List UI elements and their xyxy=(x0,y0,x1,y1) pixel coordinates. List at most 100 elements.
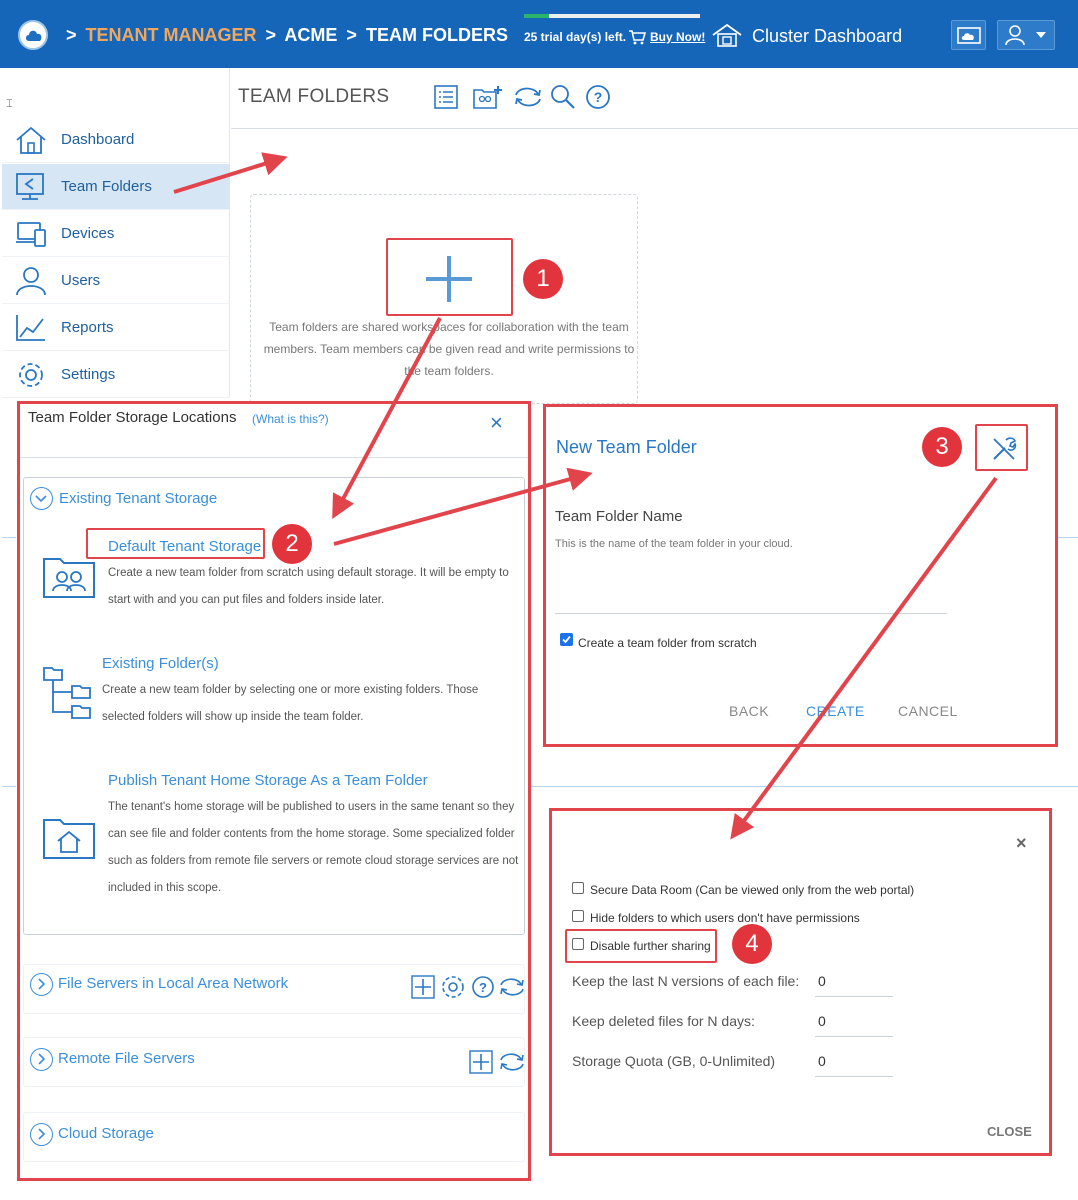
devices-icon xyxy=(16,222,46,247)
section-cloud-storage: Cloud Storage xyxy=(23,1112,525,1162)
cluster-house-icon xyxy=(712,23,742,47)
step-badge-2: 2 xyxy=(272,524,312,564)
breadcrumb-team-folders: TEAM FOLDERS xyxy=(365,25,508,45)
refresh-icon[interactable] xyxy=(498,1050,526,1074)
sidebar-item-devices[interactable]: Devices xyxy=(2,211,230,257)
chevron-right-circle-icon[interactable] xyxy=(30,1048,53,1071)
sidebar-collapse-toggle[interactable]: ⌶ xyxy=(6,98,13,111)
cloud-logo-icon xyxy=(26,30,42,41)
storage-quota-input[interactable]: 0 xyxy=(815,1053,893,1077)
step-badge-1: 1 xyxy=(523,259,563,299)
sidebar-item-users[interactable]: Users xyxy=(2,258,230,304)
breadcrumb-separator: > xyxy=(66,25,77,45)
breadcrumb-acme[interactable]: ACME xyxy=(284,25,337,45)
help-icon[interactable]: ? xyxy=(585,84,611,110)
background-divider xyxy=(531,786,1078,787)
sidebar-item-dashboard[interactable]: Dashboard xyxy=(2,117,230,163)
hide-folders-label: Hide folders to which users don't have p… xyxy=(590,911,860,925)
background-divider xyxy=(1058,537,1078,538)
cancel-button[interactable]: CANCEL xyxy=(898,703,958,719)
gear-icon[interactable] xyxy=(440,974,466,1000)
cloud-drive-icon xyxy=(957,27,981,44)
user-menu-button[interactable] xyxy=(997,20,1055,50)
hide-folders-checkbox[interactable] xyxy=(572,910,584,922)
breadcrumb: > TENANT MANAGER > ACME > TEAM FOLDERS xyxy=(62,25,508,46)
home-icon xyxy=(16,126,46,154)
storage-locations-dialog: Team Folder Storage Locations (What is t… xyxy=(17,401,531,1181)
storage-quota-label: Storage Quota (GB, 0-Unlimited) xyxy=(572,1053,776,1069)
dialog-divider xyxy=(20,457,528,458)
option-description: The tenant's home storage will be publis… xyxy=(108,801,519,894)
sidebar: ⌶ Dashboard Team Folders Devices Users R… xyxy=(2,68,230,398)
reports-icon xyxy=(16,315,45,341)
buy-now-link[interactable]: Buy Now! xyxy=(650,30,705,44)
users-icon xyxy=(16,267,46,296)
search-icon[interactable] xyxy=(549,84,577,110)
gear-icon xyxy=(19,363,43,387)
option-description: Create a new team folder from scratch us… xyxy=(108,567,509,606)
team-folder-name-hint: This is the name of the team folder in y… xyxy=(555,538,793,550)
back-button[interactable]: BACK xyxy=(729,703,769,719)
cluster-dashboard-link[interactable]: Cluster Dashboard xyxy=(752,26,902,47)
team-folder-name-input[interactable] xyxy=(555,613,947,614)
chevron-down-circle-icon[interactable] xyxy=(30,487,53,510)
close-icon[interactable]: × xyxy=(490,410,503,436)
trial-progress-fill xyxy=(524,14,549,18)
sidebar-item-reports[interactable]: Reports xyxy=(2,305,230,351)
annotation-highlight-tools xyxy=(975,424,1028,471)
annotation-highlight-default-storage xyxy=(86,528,265,559)
section-heading[interactable]: Existing Tenant Storage xyxy=(59,490,217,507)
cart-icon xyxy=(629,30,646,45)
section-heading[interactable]: Remote File Servers xyxy=(58,1050,195,1067)
sidebar-item-label: Team Folders xyxy=(61,178,152,195)
trial-progress-bar xyxy=(524,14,700,18)
home-folder-icon xyxy=(43,819,95,859)
deleted-days-input[interactable]: 0 xyxy=(815,1013,893,1037)
sidebar-item-label: Reports xyxy=(61,319,114,336)
what-is-this-link[interactable]: (What is this?) xyxy=(252,412,329,426)
dialog-title: New Team Folder xyxy=(556,437,697,457)
secure-data-room-label: Secure Data Room (Can be viewed only fro… xyxy=(590,883,915,897)
close-button[interactable]: CLOSE xyxy=(987,1124,1032,1139)
add-team-folder-icon[interactable] xyxy=(472,84,504,110)
option-publish-home-storage[interactable]: Publish Tenant Home Storage As a Team Fo… xyxy=(108,772,428,789)
section-heading[interactable]: File Servers in Local Area Network xyxy=(58,975,288,992)
sidebar-item-team-folders[interactable]: Team Folders xyxy=(2,164,230,210)
refresh-icon[interactable] xyxy=(512,84,544,110)
refresh-icon[interactable] xyxy=(498,975,526,999)
team-folder-users-icon xyxy=(43,558,95,598)
chevron-right-circle-icon[interactable] xyxy=(30,1123,53,1146)
annotation-highlight-disable-sharing xyxy=(565,929,717,963)
cloud-drive-button[interactable] xyxy=(951,20,986,50)
section-file-servers-lan: File Servers in Local Area Network ? xyxy=(23,964,525,1014)
trial-days-text: 25 trial day(s) left. xyxy=(524,30,627,44)
secure-data-room-checkbox[interactable] xyxy=(572,882,584,894)
step-badge-4: 4 xyxy=(732,924,772,964)
deleted-days-label: Keep deleted files for N days: xyxy=(572,1013,755,1029)
breadcrumb-separator: > xyxy=(265,25,277,45)
background-divider xyxy=(2,537,16,538)
app-logo[interactable] xyxy=(18,20,48,50)
svg-text:?: ? xyxy=(594,89,603,105)
create-from-scratch-checkbox[interactable] xyxy=(560,633,573,651)
add-icon[interactable] xyxy=(411,975,435,999)
add-icon[interactable] xyxy=(469,1050,493,1074)
close-icon[interactable]: × xyxy=(1016,833,1027,854)
section-remote-file-servers: Remote File Servers xyxy=(23,1037,525,1087)
create-button[interactable]: CREATE xyxy=(806,703,865,719)
sidebar-item-label: Devices xyxy=(61,225,115,242)
breadcrumb-tenant-manager[interactable]: TENANT MANAGER xyxy=(86,25,257,45)
option-existing-folders[interactable]: Existing Folder(s) xyxy=(102,655,219,672)
sidebar-item-label: Users xyxy=(61,272,101,289)
folder-tree-icon xyxy=(43,667,91,719)
chevron-right-circle-icon[interactable] xyxy=(30,973,53,996)
help-icon[interactable]: ? xyxy=(470,974,496,1000)
team-folder-name-label: Team Folder Name xyxy=(555,508,683,525)
section-heading[interactable]: Cloud Storage xyxy=(58,1125,154,1142)
sidebar-item-label: Settings xyxy=(61,366,116,383)
sidebar-item-label: Dashboard xyxy=(61,131,135,148)
annotation-highlight-add xyxy=(386,238,513,316)
versions-input[interactable]: 0 xyxy=(815,973,893,997)
sidebar-item-settings[interactable]: Settings xyxy=(2,352,230,398)
list-view-icon[interactable] xyxy=(433,84,459,110)
